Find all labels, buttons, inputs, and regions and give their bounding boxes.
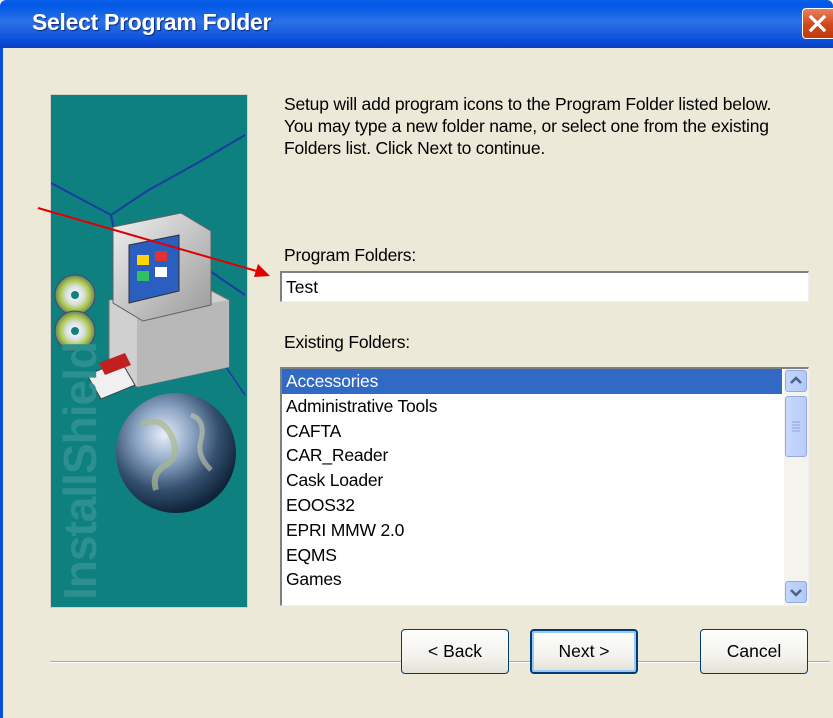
existing-folders-list: Accessories Administrative Tools CAFTA CAR_… [282,369,782,592]
scroll-down-button[interactable] [785,581,807,603]
list-item[interactable]: CAR_Reader [282,443,782,468]
window-title: Select Program Folder [32,9,272,35]
installshield-banner: InstallShield [50,94,248,608]
instruction-line-3: Folders list. Click Next to continue. [284,138,546,158]
banner-brand-text: InstallShield [54,342,106,600]
instruction-text: Setup will add program icons to the Prog… [284,93,814,159]
cancel-button[interactable]: Cancel [700,629,808,674]
list-item[interactable]: EPRI MMW 2.0 [282,518,782,543]
scroll-thumb[interactable] [785,396,807,457]
next-button[interactable]: Next > [530,629,638,674]
list-item[interactable]: Games [282,567,782,592]
list-item[interactable]: Administrative Tools [282,394,782,419]
list-item[interactable]: CAFTA [282,419,782,444]
scroll-up-button[interactable] [785,370,807,392]
program-folders-label-text: Program Folders: [284,245,416,265]
instruction-line-2: You may type a new folder name, or selec… [284,116,769,136]
vertical-scrollbar[interactable] [784,369,808,605]
dialog-window: Select Program Folder InstallShield Setu… [0,0,833,718]
existing-folders-label: Existing Folders: [284,332,410,352]
chevron-down-icon [790,589,802,597]
grip-icon [792,421,800,432]
instruction-line-1: Setup will add program icons to the Prog… [284,94,772,114]
chevron-up-icon [790,376,802,384]
close-icon [808,14,827,33]
title-bar[interactable]: Select Program Folder [0,0,833,48]
list-item[interactable]: Cask Loader [282,468,782,493]
back-button[interactable]: < Back [401,629,509,674]
program-folders-label: Program Folders: [284,245,416,266]
list-item[interactable]: Accessories [282,369,782,394]
list-item[interactable]: EOOS32 [282,493,782,518]
close-button[interactable] [802,8,833,39]
list-item[interactable]: EQMS [282,543,782,568]
existing-folders-listbox[interactable]: Accessories Administrative Tools CAFTA CAR_… [280,367,809,606]
program-folder-input[interactable] [280,271,809,302]
